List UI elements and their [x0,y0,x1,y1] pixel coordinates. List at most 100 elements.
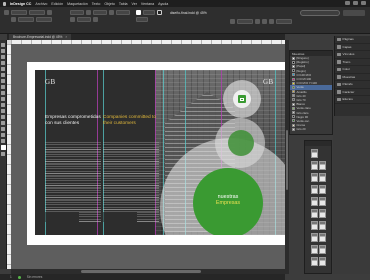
type-tool-icon[interactable] [1,67,5,71]
stroke-weight-field[interactable] [136,17,148,22]
shear-field[interactable] [77,17,91,22]
free-transform-tool-icon[interactable] [1,109,5,113]
panel-stroke[interactable]: Trazo [335,59,370,66]
panel-pages[interactable]: Páginas [335,36,370,44]
panel-color[interactable]: Color [335,66,370,74]
menu-item-ventana[interactable]: Ventana [141,2,154,6]
rotate-icon[interactable] [86,10,91,15]
panel-character[interactable]: Carácter [335,89,370,96]
scale-y-field[interactable] [116,10,130,15]
panel-paragraph[interactable]: Párrafo [335,81,370,89]
panel-links[interactable]: Vínculos [335,51,370,59]
page-thumb[interactable] [319,161,326,170]
note-tool-icon[interactable] [1,121,5,125]
workspace-switcher[interactable] [343,10,365,16]
pasteboard[interactable]: GB GB Empresas comprometidas con sus cli… [11,44,285,269]
menu-item-archivo[interactable]: Archivo [35,2,47,6]
page-spread-thumb[interactable] [311,149,318,158]
scissors-tool-icon[interactable] [1,103,5,107]
menu-item-texto[interactable]: Texto [92,2,101,6]
body-text-column-2[interactable] [103,142,159,222]
page-spread-thumb[interactable] [311,221,326,230]
scroll-thumb[interactable] [81,270,201,273]
text-wrap-icon[interactable] [255,19,260,24]
page-thumb[interactable] [311,233,318,242]
selection-tool-icon[interactable] [1,43,5,47]
preflight-status[interactable]: Sin errores [27,275,43,279]
page-tool-icon[interactable] [1,55,5,59]
document-page[interactable]: GB GB Empresas comprometidas con sus cli… [27,62,285,245]
page-thumb[interactable] [319,233,326,242]
clock-icon[interactable] [361,1,366,5]
shear-icon[interactable] [70,17,75,22]
reference-point-icon[interactable] [4,10,9,15]
page-thumb[interactable] [311,161,318,170]
panel-layers[interactable]: Capas [335,44,370,51]
gradient-tool-icon[interactable] [1,115,5,119]
page-thumb[interactable] [319,173,326,182]
menu-item-objeto[interactable]: Objeto [104,2,115,6]
pages-panel-header[interactable] [305,141,331,146]
pencil-tool-icon[interactable] [1,85,5,89]
page-spread-thumb[interactable] [311,197,326,206]
search-input[interactable] [300,10,340,16]
page-spread-thumb[interactable] [311,173,326,182]
page-spread-thumb[interactable] [311,233,326,242]
heading-spanish[interactable]: Empresas comprometidas con sus clientes [45,115,103,127]
page-spread-thumb[interactable] [311,257,326,266]
scroll-thumb[interactable] [285,130,289,190]
link-icon[interactable] [11,17,16,22]
page-number[interactable]: 1 [10,275,12,279]
x-position-field[interactable] [11,10,27,15]
page-spread-thumb[interactable] [311,185,326,194]
menu-item-edicion[interactable]: Edición [51,2,63,6]
gap-tool-icon[interactable] [1,61,5,65]
page-thumb[interactable] [311,221,318,230]
swatch-row[interactable]: Gris 20 [290,127,332,131]
distribute-icon[interactable] [269,19,274,24]
page-thumb[interactable] [319,197,326,206]
brochure-spread[interactable]: GB GB Empresas comprometidas con sus cli… [35,70,285,235]
opacity-field[interactable] [237,19,253,24]
body-text-column-1[interactable] [45,142,101,222]
close-icon[interactable]: × [65,35,67,39]
apple-icon[interactable] [3,1,6,6]
rectangle-tool-icon[interactable] [1,97,5,101]
page-thumb[interactable] [319,209,326,218]
y-position-field[interactable] [18,17,34,22]
height-field[interactable] [36,17,52,22]
pen-tool-icon[interactable] [1,79,5,83]
panel-swatches[interactable]: Muestras [335,74,370,81]
direct-selection-tool-icon[interactable] [1,49,5,53]
page-thumb[interactable] [311,197,318,206]
screen-mode-icon[interactable] [1,152,5,156]
fill-swatch-icon[interactable] [136,10,141,15]
page-thumb[interactable] [311,149,318,158]
hand-tool-icon[interactable] [1,133,5,137]
align-icon[interactable] [262,19,267,24]
tab-swatches[interactable]: Muestras [292,52,304,56]
medium-green-circle[interactable] [228,130,254,156]
constrain-proportions-icon[interactable] [47,10,52,15]
page-thumb[interactable] [311,185,318,194]
flip-horizontal-icon[interactable] [109,10,114,15]
flip-vertical-icon[interactable] [93,17,98,22]
panel-effects[interactable]: Efectos [335,96,370,104]
stroke-swatch-icon[interactable] [157,10,162,15]
page-thumb[interactable] [319,185,326,194]
menu-app-name[interactable]: InDesign CC [10,2,31,6]
menu-item-maquetacion[interactable]: Maquetación [67,2,88,6]
battery-icon[interactable] [353,1,358,5]
menu-item-tabla[interactable]: Tabla [119,2,128,6]
fill-stroke-icon[interactable] [0,145,6,150]
rotate-field[interactable] [93,10,107,15]
fill-dropdown[interactable] [143,10,155,15]
rectangle-frame-tool-icon[interactable] [1,91,5,95]
page-thumb[interactable] [311,209,318,218]
scale-x-field[interactable] [70,10,84,15]
circle-caption[interactable]: nuestras Empresas [193,194,263,207]
menu-item-ayuda[interactable]: Ayuda [158,2,168,6]
page-thumb[interactable] [311,173,318,182]
wifi-icon[interactable] [345,1,350,5]
page-spread-thumb[interactable] [311,245,326,254]
